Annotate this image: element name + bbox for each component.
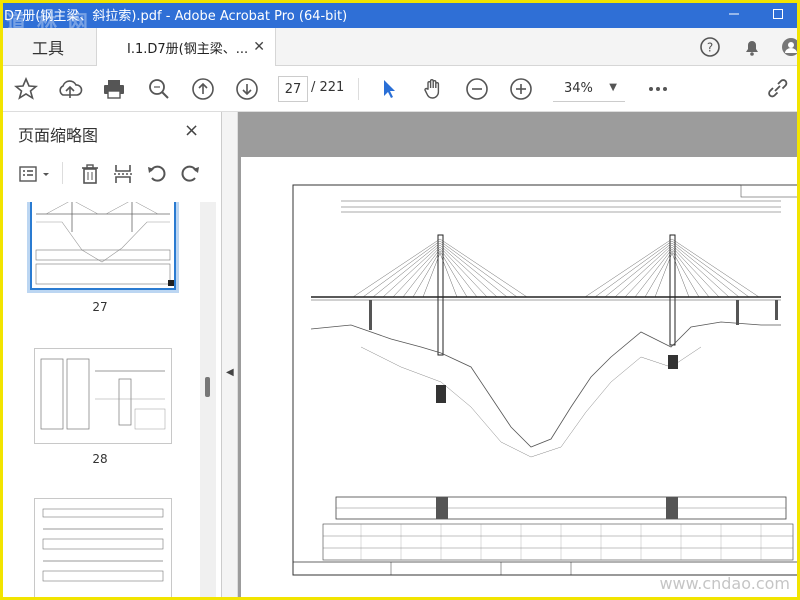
- screenshot-border: [0, 0, 800, 600]
